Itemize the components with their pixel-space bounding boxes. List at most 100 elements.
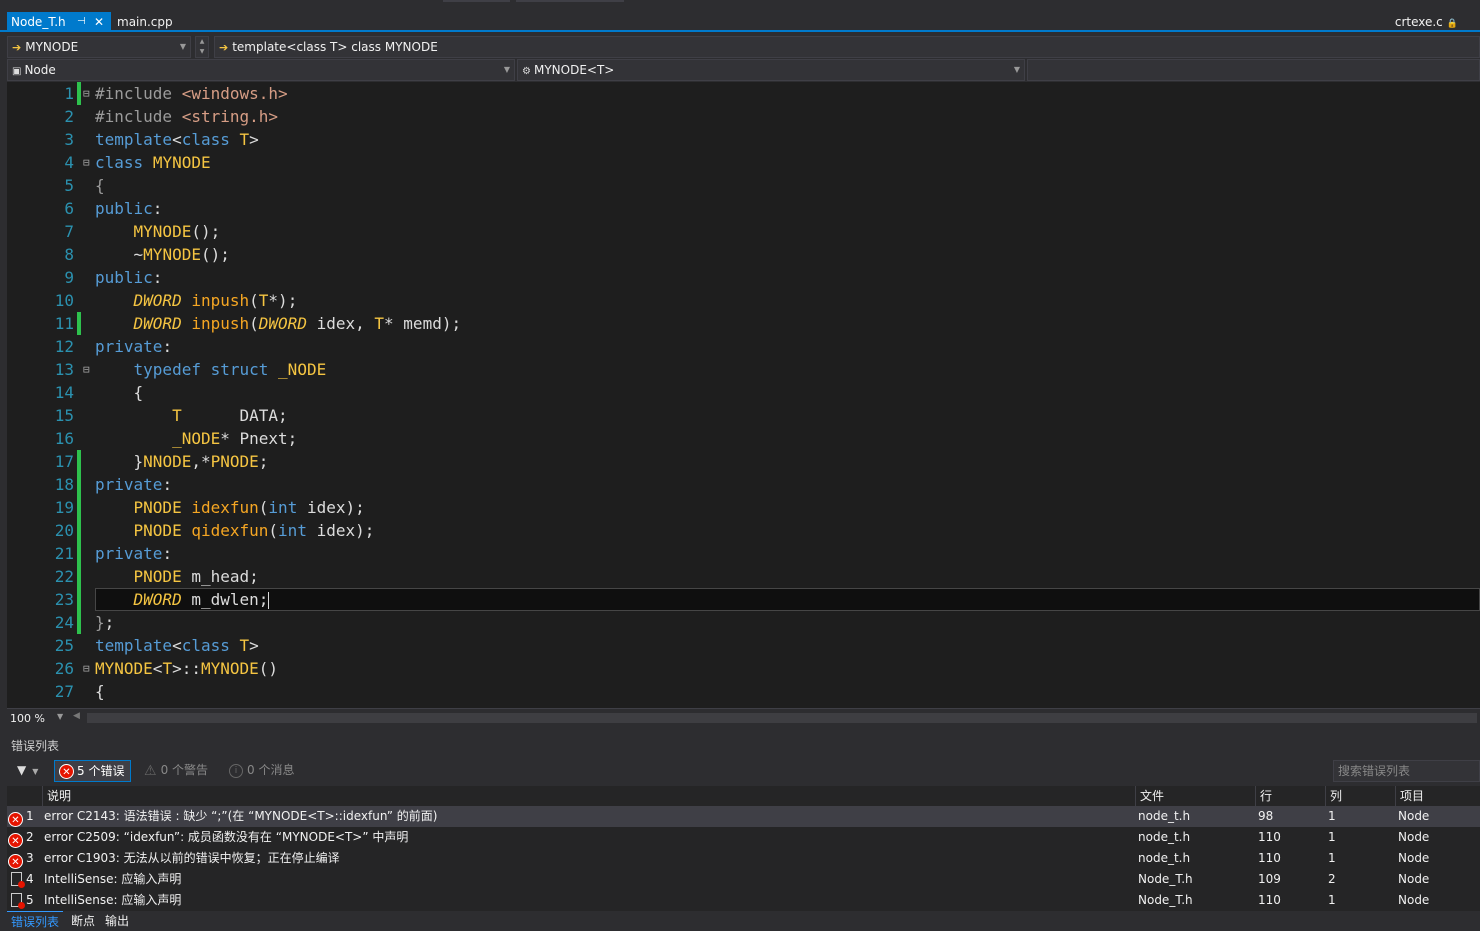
line-number: 4 xyxy=(64,153,74,172)
line-number: 2 xyxy=(64,107,74,126)
tab-output[interactable]: 输出 xyxy=(101,911,133,931)
class-label: MYNODE<T> xyxy=(533,63,615,77)
line-number: 17 xyxy=(54,452,74,471)
line-number: 9 xyxy=(64,268,74,287)
row-file: Node_T.h xyxy=(1138,893,1193,907)
code-line: public: xyxy=(95,199,163,218)
tab-crtexe-c[interactable]: crtexe.c 🔒 xyxy=(1391,12,1462,32)
line-number: 16 xyxy=(54,429,74,448)
column-header-project[interactable]: 项目 xyxy=(1395,786,1480,807)
column-header-line[interactable]: 行 xyxy=(1255,786,1325,807)
row-file: node_t.h xyxy=(1138,809,1191,823)
change-marker xyxy=(77,450,81,634)
code-line: DWORD m_dwlen; xyxy=(133,590,270,609)
error-list-toolbar: ▼ ▼ ✕ 5 个错误 ⚠ 0 个警告 i0 个消息 搜索错误列表 xyxy=(7,758,1480,784)
filter-dropdown[interactable]: ▼ ▼ xyxy=(17,763,38,777)
zoom-level[interactable]: 100 % xyxy=(10,712,45,725)
chevron-down-icon[interactable]: ▼ xyxy=(57,712,63,721)
collapse-icon[interactable]: ⊟ xyxy=(83,151,93,174)
tab-main-cpp[interactable]: main.cpp xyxy=(113,12,177,32)
row-number: 4 xyxy=(26,872,34,886)
line-number: 27 xyxy=(54,682,74,701)
text-caret xyxy=(268,592,270,609)
error-icon: ✕ xyxy=(59,764,74,779)
warnings-filter-button[interactable]: ⚠ 0 个警告 xyxy=(140,760,212,782)
line-number: 14 xyxy=(54,383,74,402)
error-list-table: 说明 文件 行 列 项目 ✕ 1 error C2143: 语法错误 : 缺少 … xyxy=(7,786,1480,911)
current-line-highlight xyxy=(95,588,1480,611)
code-line: MYNODE(); xyxy=(133,222,221,241)
tab-node-t-h[interactable]: Node_T.h ⊣ ✕ xyxy=(7,12,111,32)
column-header-file[interactable]: 文件 xyxy=(1135,786,1255,807)
line-number: 15 xyxy=(54,406,74,425)
class-icon: ⚙ xyxy=(522,66,531,77)
row-line: 109 xyxy=(1258,872,1281,886)
scope-spinner[interactable]: ▲ ▼ xyxy=(195,36,209,58)
table-row[interactable]: ✕ 3 error C1903: 无法从以前的错误中恢复；正在停止编译 node… xyxy=(7,848,1480,869)
pin-icon[interactable]: ⊣ xyxy=(77,12,86,32)
line-number: 8 xyxy=(64,245,74,264)
line-number: 1 xyxy=(64,84,74,103)
column-header-desc[interactable]: 说明 xyxy=(42,786,1135,807)
code-line: }NNODE,*PNODE; xyxy=(95,452,269,471)
row-project: Node xyxy=(1398,893,1430,907)
row-project: Node xyxy=(1398,872,1430,886)
row-col: 1 xyxy=(1328,830,1336,844)
error-list-title: 错误列表 xyxy=(11,739,60,753)
code-line: MYNODE<T>::MYNODE() xyxy=(95,659,279,678)
line-number: 23 xyxy=(54,590,74,609)
line-number: 26 xyxy=(54,659,74,678)
member-label: template<class T> class MYNODE xyxy=(232,40,438,54)
close-icon[interactable]: ✕ xyxy=(94,12,104,32)
code-line: _NODE* Pnext; xyxy=(172,429,298,448)
collapse-icon[interactable]: ⊟ xyxy=(83,657,93,680)
table-row[interactable]: 4 IntelliSense: 应输入声明 Node_T.h 109 2 Nod… xyxy=(7,869,1480,890)
scope-dropdown[interactable]: ➔ MYNODE ▼ xyxy=(7,36,191,58)
arrow-right-icon: ➔ xyxy=(219,41,229,54)
column-header-col[interactable]: 列 xyxy=(1325,786,1395,807)
row-project: Node xyxy=(1398,830,1430,844)
tab-label: Node_T.h xyxy=(11,15,66,29)
code-line: private: xyxy=(95,544,173,563)
horizontal-scrollbar[interactable] xyxy=(87,713,1477,723)
table-header: 说明 文件 行 列 项目 xyxy=(7,786,1480,807)
row-file: Node_T.h xyxy=(1138,872,1193,886)
project-label: Node xyxy=(24,63,56,77)
tab-breakpoints[interactable]: 断点 xyxy=(67,911,99,931)
code-line: DWORD inpush(T*); xyxy=(133,291,298,310)
table-row[interactable]: ✕ 2 error C2509: “idexfun”: 成员函数没有在 “MYN… xyxy=(7,827,1480,848)
table-row[interactable]: ✕ 1 error C2143: 语法错误 : 缺少 “;”(在 “MYNODE… xyxy=(7,806,1480,827)
change-marker xyxy=(77,312,81,335)
table-row[interactable]: 5 IntelliSense: 应输入声明 Node_T.h 110 1 Nod… xyxy=(7,890,1480,911)
error-search-input[interactable]: 搜索错误列表 xyxy=(1333,760,1480,782)
member-dropdown[interactable]: ➔ template<class T> class MYNODE xyxy=(214,36,1480,58)
code-line: ~MYNODE(); xyxy=(95,245,230,264)
code-line: PNODE idexfun(int idex); xyxy=(133,498,365,517)
chevron-down-icon: ▼ xyxy=(32,767,39,776)
errors-filter-button[interactable]: ✕ 5 个错误 xyxy=(54,760,131,782)
change-marker xyxy=(77,82,81,105)
warning-icon: ⚠ xyxy=(144,762,157,779)
row-project: Node xyxy=(1398,809,1430,823)
tab-error-list[interactable]: 错误列表 xyxy=(7,911,64,931)
messages-filter-button[interactable]: i 0 个消息 xyxy=(225,760,298,782)
code-line: class MYNODE xyxy=(95,153,211,172)
collapse-icon[interactable]: ⊟ xyxy=(83,82,93,105)
collapse-icon[interactable]: ⊟ xyxy=(83,358,93,381)
code-line: { xyxy=(95,682,105,701)
row-col: 1 xyxy=(1328,893,1336,907)
function-dropdown[interactable] xyxy=(1027,59,1480,81)
scroll-left-icon[interactable]: ◀ xyxy=(73,711,80,721)
errors-filter-label: 5 个错误 xyxy=(77,764,125,778)
warnings-filter-label: 0 个警告 xyxy=(160,763,209,777)
project-dropdown[interactable]: ▣ Node ▼ xyxy=(7,59,515,81)
row-file: node_t.h xyxy=(1138,851,1191,865)
class-dropdown[interactable]: ⚙ MYNODE<T> ▼ xyxy=(517,59,1025,81)
code-editor[interactable]: 1 2 3 4 5 6 7 8 9 10 11 12 13 14 15 16 1… xyxy=(7,82,1480,708)
code-line: #include <string.h> xyxy=(95,107,279,126)
code-line: DWORD inpush(DWORD idex, T* memd); xyxy=(133,314,462,333)
editor-status-bar: 100 % ▼ ◀ xyxy=(7,708,1480,728)
row-line: 110 xyxy=(1258,851,1281,865)
project-icon: ▣ xyxy=(12,66,22,77)
info-icon: i xyxy=(229,763,243,778)
